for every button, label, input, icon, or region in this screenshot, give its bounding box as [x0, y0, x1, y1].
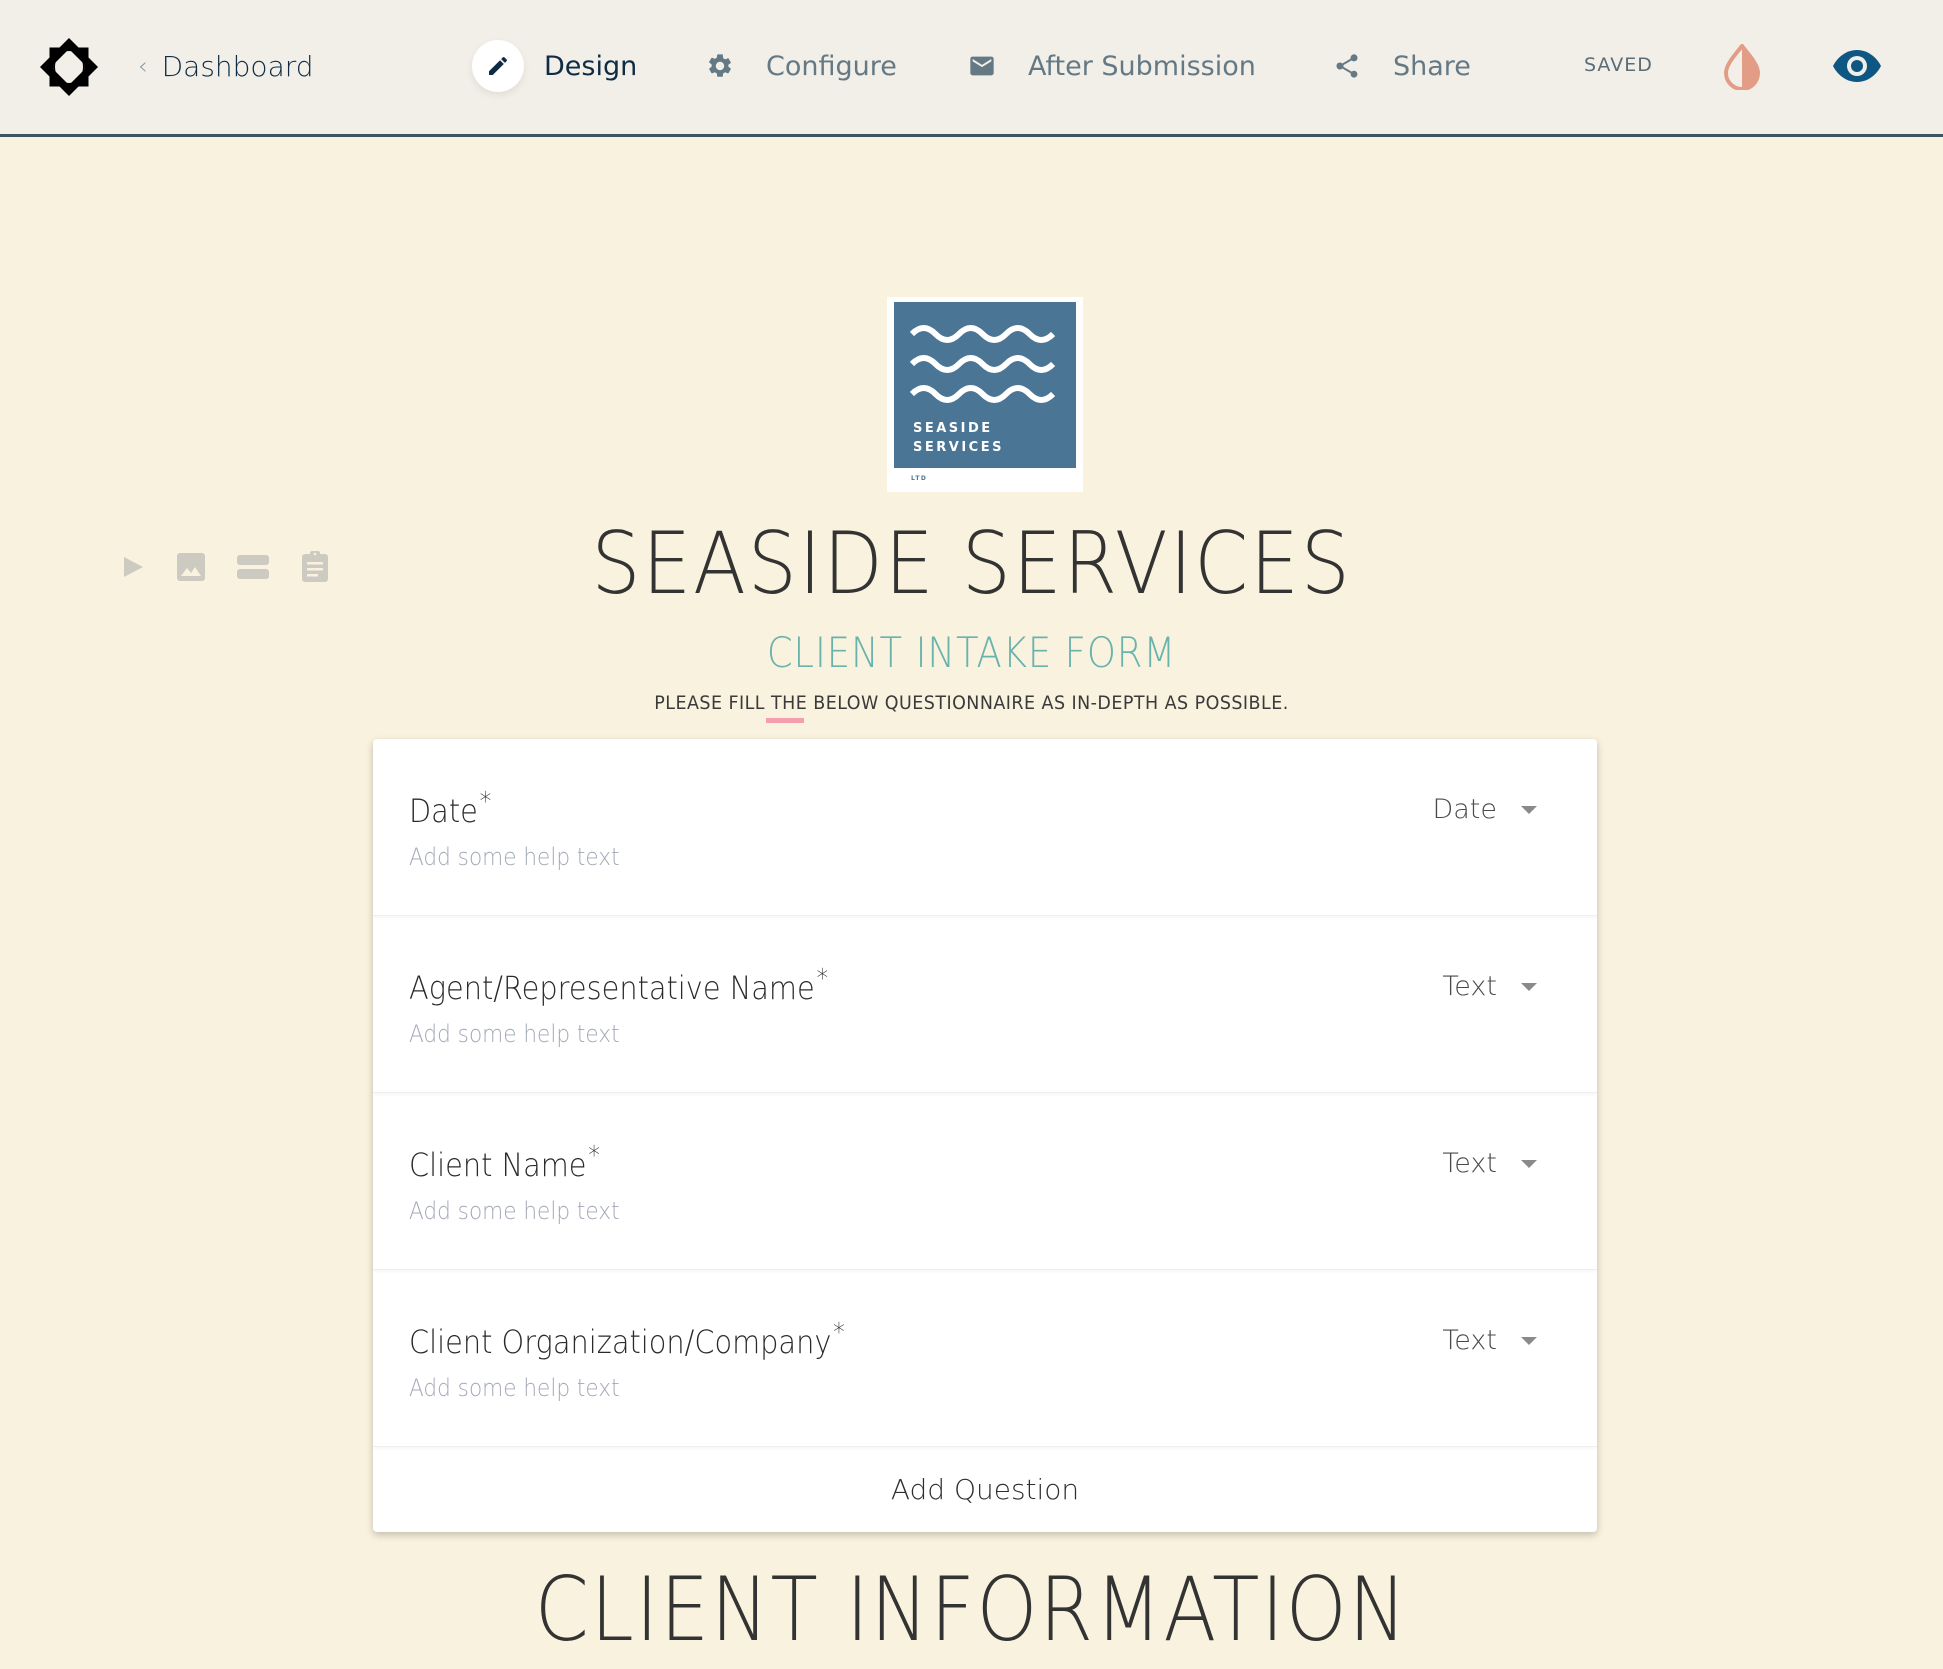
help-text-input[interactable]: Add some help text — [409, 1197, 620, 1225]
tab-share-label: Share — [1393, 50, 1471, 82]
question-label-text: Client Name — [409, 1146, 587, 1184]
pencil-icon — [472, 40, 524, 92]
tab-configure[interactable]: Configure — [694, 40, 897, 92]
logo-suffix: LTD — [911, 475, 928, 482]
question-type-dropdown[interactable]: Date — [1432, 794, 1537, 825]
tab-design-label: Design — [544, 50, 638, 82]
help-text-input[interactable]: Add some help text — [409, 843, 620, 871]
envelope-icon — [956, 40, 1008, 92]
question-label-text: Client Organization/Company — [409, 1323, 832, 1361]
tab-after-submission[interactable]: After Submission — [956, 40, 1256, 92]
tab-configure-label: Configure — [766, 50, 897, 82]
question-label-text: Agent/Representative Name — [409, 969, 815, 1007]
question-row[interactable]: Client Organization/Company* Add some he… — [373, 1270, 1597, 1447]
caret-down-icon — [1521, 1336, 1537, 1345]
questions-card: Date* Add some help text Date Agent/Repr… — [373, 739, 1597, 1532]
question-label[interactable]: Date* — [409, 787, 491, 830]
section-heading[interactable]: CLIENT INFORMATION — [117, 1560, 1827, 1660]
tab-after-submission-label: After Submission — [1028, 50, 1256, 82]
chevron-left-icon: ‹ — [138, 52, 148, 80]
tab-design[interactable]: Design — [472, 40, 637, 92]
form-title[interactable]: SEASIDE SERVICES — [97, 514, 1846, 614]
required-asterisk: * — [833, 1318, 845, 1348]
share-icon — [1321, 40, 1373, 92]
back-to-dashboard-link[interactable]: ‹ Dashboard — [138, 46, 314, 86]
question-type-dropdown[interactable]: Text — [1442, 1325, 1537, 1356]
add-question-button[interactable]: Add Question — [373, 1446, 1597, 1532]
required-asterisk: * — [588, 1141, 600, 1171]
question-type-value: Text — [1442, 971, 1497, 1002]
logo-line-1: SEASIDE — [913, 421, 993, 436]
tab-share[interactable]: Share — [1321, 40, 1471, 92]
top-bar: ‹ Dashboard Design Configure After Submi… — [0, 0, 1943, 137]
question-type-value: Text — [1442, 1325, 1497, 1356]
logo-line-2: SERVICES — [913, 440, 1004, 455]
caret-down-icon — [1521, 1159, 1537, 1168]
question-type-dropdown[interactable]: Text — [1442, 1148, 1537, 1179]
waves-icon — [910, 325, 1056, 403]
question-label-text: Date — [409, 792, 478, 830]
question-row[interactable]: Agent/Representative Name* Add some help… — [373, 916, 1597, 1093]
help-text-input[interactable]: Add some help text — [409, 1020, 620, 1048]
form-description[interactable]: PLEASE FILL THE BELOW QUESTIONNAIRE AS I… — [78, 690, 1866, 716]
back-link-label: Dashboard — [161, 49, 314, 83]
caret-down-icon — [1521, 982, 1537, 991]
form-subtitle[interactable]: CLIENT INTAKE FORM — [117, 628, 1827, 678]
question-type-dropdown[interactable]: Text — [1442, 971, 1537, 1002]
preview-eye-icon[interactable] — [1832, 46, 1882, 86]
company-logo[interactable]: SEASIDE SERVICES LTD — [887, 297, 1083, 492]
required-asterisk: * — [816, 964, 829, 994]
question-label[interactable]: Client Organization/Company* — [409, 1318, 845, 1361]
theme-drop-icon[interactable] — [1722, 44, 1762, 90]
help-text-input[interactable]: Add some help text — [409, 1374, 620, 1402]
caret-down-icon — [1521, 805, 1537, 814]
save-status: SAVED — [1584, 54, 1653, 76]
question-row[interactable]: Date* Add some help text Date — [373, 739, 1597, 916]
gear-icon — [694, 40, 746, 92]
question-type-value: Text — [1442, 1148, 1497, 1179]
required-asterisk: * — [479, 787, 492, 817]
logo-background: SEASIDE SERVICES — [894, 302, 1076, 468]
logo-wordmark: SEASIDE SERVICES — [913, 419, 1004, 457]
question-label[interactable]: Agent/Representative Name* — [409, 964, 828, 1007]
question-label[interactable]: Client Name* — [409, 1141, 600, 1184]
question-type-value: Date — [1432, 794, 1497, 825]
question-row[interactable]: Client Name* Add some help text Text — [373, 1093, 1597, 1270]
spellcheck-underline — [766, 718, 804, 723]
brand-logo-icon[interactable] — [38, 36, 100, 98]
